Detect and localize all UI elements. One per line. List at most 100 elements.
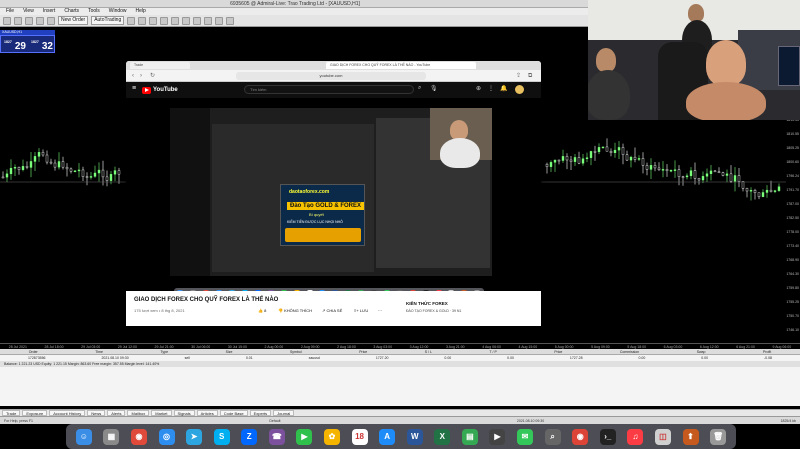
more-icon[interactable]: ⋯ — [378, 308, 382, 313]
tile-windows-icon[interactable] — [182, 16, 191, 25]
browser-window: Trade GIAO DỊCH FOREX CHO QUỸ FOREX LÀ T… — [126, 61, 541, 326]
column-header[interactable]: Commission — [620, 349, 639, 354]
notification-icon[interactable]: 🔔 — [500, 85, 507, 92]
periods-icon[interactable] — [215, 16, 224, 25]
menu-item-help[interactable]: Help — [136, 8, 146, 15]
candle-body — [33, 156, 37, 162]
candle-body — [21, 166, 25, 170]
price-tick: 1746.10 — [786, 328, 799, 332]
menu-item-charts[interactable]: Charts — [64, 8, 79, 15]
profiles-icon[interactable] — [14, 16, 22, 25]
new-order-button[interactable]: New Order — [58, 16, 89, 25]
like-button[interactable]: 👍 8 — [258, 308, 266, 313]
browser-tab-youtube[interactable]: GIAO DỊCH FOREX CHO QUỸ FOREX LÀ THẾ NÀO… — [326, 62, 476, 69]
column-header[interactable]: Order — [29, 349, 38, 354]
column-header[interactable]: T / P — [489, 349, 496, 354]
excel-icon[interactable]: X — [434, 428, 451, 445]
launchpad-icon[interactable]: ▦ — [103, 428, 120, 445]
back-icon[interactable]: ‹ — [132, 72, 134, 80]
mic-icon[interactable]: 🎙 — [430, 85, 438, 92]
menu-item-insert[interactable]: Insert — [43, 8, 56, 15]
share-icon[interactable]: ⇪ — [516, 72, 521, 80]
finder-icon[interactable]: ☺ — [75, 428, 92, 445]
zoom-out-icon[interactable] — [171, 16, 180, 25]
candle-body — [749, 190, 753, 192]
messages-icon[interactable]: ✉ — [517, 428, 534, 445]
create-icon[interactable]: ⊕ — [476, 85, 481, 92]
terminal-icon[interactable]: ›_ — [599, 428, 616, 445]
templates-icon[interactable] — [226, 16, 235, 25]
column-header[interactable]: Profit — [763, 349, 771, 354]
column-header[interactable]: Price — [359, 349, 367, 354]
itunes-icon[interactable]: ♫ — [627, 428, 644, 445]
facetime-icon[interactable]: ▶ — [296, 428, 313, 445]
safari-icon[interactable]: ◎ — [158, 428, 175, 445]
trash-icon[interactable]: 🗑 — [710, 428, 727, 445]
indicators-icon[interactable] — [204, 16, 213, 25]
viber-icon[interactable]: ☎ — [268, 428, 285, 445]
column-header[interactable]: S / L — [425, 349, 432, 354]
autoscroll-icon[interactable] — [193, 16, 202, 25]
menu-item-file[interactable]: File — [6, 8, 14, 15]
url-bar[interactable]: youtube.com — [236, 72, 426, 80]
candle-body — [113, 170, 117, 175]
market-watch-icon[interactable] — [25, 16, 33, 25]
apps-icon[interactable]: ⋮ — [488, 85, 494, 92]
quicktime-icon[interactable]: ▶ — [489, 428, 506, 445]
tabs-overview-icon[interactable]: ⧉ — [528, 72, 532, 80]
promo-banner: daotaoforex.com Đào Tạo GOLD & FOREX Bí … — [280, 184, 365, 246]
navigator-icon[interactable] — [36, 16, 44, 25]
telegram-icon[interactable]: ➤ — [186, 428, 203, 445]
price-tick: 1759.80 — [786, 286, 799, 290]
candle-body — [617, 147, 621, 151]
calendar-icon[interactable]: 18 — [351, 428, 368, 445]
forward-icon[interactable]: › — [140, 72, 142, 80]
browser-tab-trade[interactable]: Trade — [130, 62, 190, 69]
bar-chart-icon[interactable] — [127, 16, 136, 25]
column-header[interactable]: Price — [554, 349, 562, 354]
zalo-icon[interactable]: Z — [241, 428, 258, 445]
candle-body — [93, 172, 97, 177]
mt4-icon[interactable]: ⬆ — [682, 428, 699, 445]
sell-button[interactable]: 1827 29 — [2, 39, 28, 53]
column-header[interactable]: Type — [160, 349, 168, 354]
menu-item-view[interactable]: View — [23, 8, 34, 15]
photos-icon[interactable]: ✿ — [323, 428, 340, 445]
numbers-icon[interactable]: ▤ — [461, 428, 478, 445]
column-header[interactable]: Symbol — [290, 349, 302, 354]
word-icon[interactable]: W — [406, 428, 423, 445]
menu-icon[interactable]: ≡ — [132, 85, 136, 92]
menu-item-tools[interactable]: Tools — [88, 8, 100, 15]
share-button[interactable]: ↗ CHIA SẺ — [322, 308, 342, 313]
column-header[interactable]: Size — [226, 349, 233, 354]
monitor — [778, 46, 800, 86]
appstore-icon[interactable]: A — [379, 428, 396, 445]
buy-button[interactable]: 1827 32 — [29, 39, 55, 53]
search-icon[interactable]: ⌕ — [418, 85, 421, 92]
zoom-in-icon[interactable] — [160, 16, 169, 25]
dislike-button[interactable]: 👎 KHÔNG THÍCH — [278, 308, 312, 313]
avatar[interactable] — [515, 85, 524, 94]
menu-item-window[interactable]: Window — [109, 8, 127, 15]
autotrading-button[interactable]: AutoTrading — [91, 16, 125, 25]
mt4-menu-bar: File View Insert Charts Tools Window Help — [0, 8, 590, 15]
chrome2-icon[interactable]: ◉ — [572, 428, 589, 445]
channel-name[interactable]: KIẾN THỨC FOREX — [406, 301, 448, 306]
candle-chart-icon[interactable] — [138, 16, 147, 25]
line-chart-icon[interactable] — [149, 16, 158, 25]
skype-icon[interactable]: S — [213, 428, 230, 445]
reload-icon[interactable]: ↻ — [150, 72, 155, 80]
candle-body — [561, 156, 565, 161]
terminal-icon[interactable] — [47, 16, 55, 25]
preview-icon[interactable]: ◫ — [654, 428, 671, 445]
column-header[interactable]: Swap — [697, 349, 706, 354]
spotlight-icon[interactable]: ⌕ — [544, 428, 561, 445]
save-button[interactable]: ≡+ LƯU — [354, 308, 368, 313]
search-input[interactable]: Tìm kiếm — [244, 85, 414, 94]
candle-body — [757, 192, 761, 197]
price-tick: 1750.70 — [786, 314, 799, 318]
chrome-icon[interactable]: ◉ — [130, 428, 147, 445]
column-header[interactable]: Time — [95, 349, 103, 354]
youtube-logo[interactable]: YouTube — [142, 86, 178, 94]
new-chart-icon[interactable] — [3, 16, 11, 25]
